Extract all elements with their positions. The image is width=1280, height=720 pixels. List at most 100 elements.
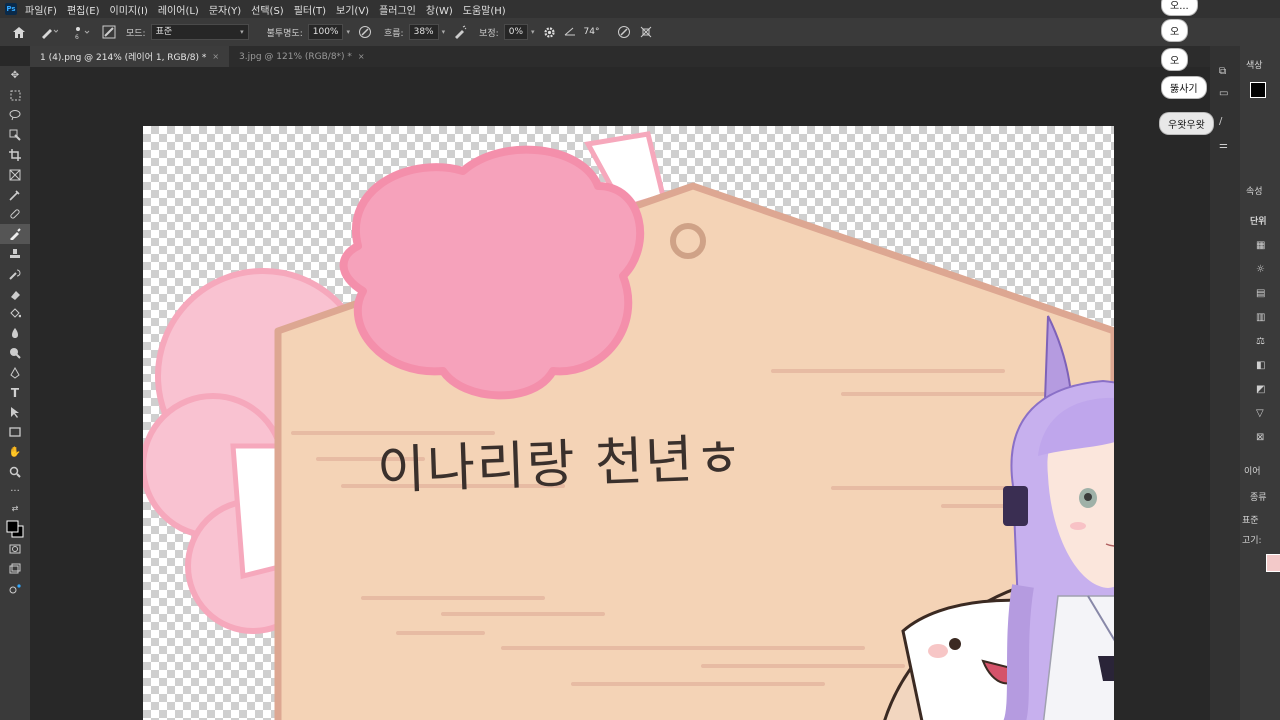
mode-value: 표준	[155, 27, 173, 37]
chevron-down-icon[interactable]: ▾	[346, 28, 350, 36]
photoshop-logo[interactable]: Ps	[5, 3, 17, 15]
move-tool-icon[interactable]: ✥	[0, 66, 30, 86]
menu-window[interactable]: 창(W)	[426, 2, 453, 17]
menu-file[interactable]: 파일(F)	[25, 2, 57, 17]
svg-text:6: 6	[75, 34, 79, 40]
rectangle-tool-icon[interactable]	[0, 422, 30, 442]
menu-type[interactable]: 문자(Y)	[209, 2, 241, 17]
adjust-sliders-icon[interactable]: ⚌	[1219, 140, 1228, 151]
opacity-input[interactable]: 100%	[307, 24, 344, 40]
marquee-tool-icon[interactable]	[0, 86, 30, 106]
panel-dock-collapsed: ⧉ ▭ / ⚌	[1210, 46, 1240, 720]
pen-tool-icon[interactable]	[0, 363, 30, 383]
brightness-icon[interactable]: ☼	[1256, 264, 1265, 275]
opacity-label-right: 고기:	[1242, 536, 1262, 546]
brush-tool-icon[interactable]	[0, 224, 30, 245]
color-panel-label[interactable]: 색상	[1246, 58, 1263, 71]
chat-bubble: 오	[1162, 49, 1188, 70]
history-brush-tool-icon[interactable]	[0, 264, 30, 284]
lasso-tool-icon[interactable]	[0, 106, 30, 126]
hand-tool-icon[interactable]: ✋	[0, 442, 30, 462]
comments-icon[interactable]: ▭	[1219, 88, 1228, 99]
triangle-down-icon[interactable]: ▽	[1256, 408, 1264, 419]
quick-mask-icon[interactable]	[0, 540, 30, 560]
tab-label: 3.jpg @ 121% (RGB/8*) *	[239, 51, 352, 62]
photo-filter-icon[interactable]: ⊠	[1256, 432, 1264, 443]
menu-edit[interactable]: 편집(E)	[67, 2, 100, 17]
menu-select[interactable]: 선택(S)	[251, 2, 284, 17]
smoothing-input[interactable]: 0%	[503, 24, 528, 40]
paint-bucket-tool-icon[interactable]	[0, 304, 30, 324]
menu-plugins[interactable]: 플러그인	[379, 2, 416, 17]
home-icon[interactable]	[12, 26, 26, 39]
eyedropper-tool-icon[interactable]	[0, 185, 30, 205]
flow-label: 흐름:	[384, 28, 404, 39]
foreground-color-swatch[interactable]	[1250, 82, 1266, 98]
menu-image[interactable]: 이미지(I)	[110, 2, 148, 17]
gear-icon[interactable]	[543, 26, 556, 39]
properties-panel-label[interactable]: 속성	[1246, 184, 1263, 197]
object-select-tool-icon[interactable]	[0, 125, 30, 145]
layer-thumbnail[interactable]	[1266, 554, 1280, 572]
gradient-map-icon[interactable]: ◩	[1256, 384, 1265, 395]
type-tool-icon[interactable]: T	[0, 383, 30, 403]
close-icon[interactable]: ×	[358, 52, 365, 61]
unit-label: 단위	[1250, 217, 1267, 227]
mode-select[interactable]: 표준 ▾	[150, 24, 249, 40]
dodge-tool-icon[interactable]	[0, 343, 30, 363]
layers-panel-label[interactable]: 이어	[1244, 464, 1261, 477]
menu-view[interactable]: 보기(V)	[336, 2, 369, 17]
levels-icon[interactable]: ▥	[1256, 312, 1265, 323]
flow-input[interactable]: 38%	[408, 24, 439, 40]
path-select-tool-icon[interactable]	[0, 403, 30, 423]
menu-filter[interactable]: 필터(T)	[294, 2, 326, 17]
chevron-down-icon[interactable]: ▾	[442, 28, 446, 36]
healing-brush-tool-icon[interactable]	[0, 205, 30, 225]
balance-icon[interactable]: ⚖	[1256, 336, 1265, 347]
menu-bar: Ps 파일(F) 편집(E) 이미지(I) 레이어(L) 문자(Y) 선택(S)…	[0, 0, 1280, 18]
chat-bubble: 오	[1162, 20, 1188, 41]
angle-input[interactable]: 74°	[580, 25, 604, 39]
document-tabs: 1 (4).png @ 214% (레이어 1, RGB/8) * × 3.jp…	[30, 46, 1210, 67]
layer-kind-filter[interactable]: 종류	[1250, 490, 1267, 503]
screen-mode-icon[interactable]	[0, 559, 30, 579]
history-icon[interactable]: ⧉	[1219, 66, 1226, 77]
document-canvas[interactable]: 이나리랑 천년ㅎ	[143, 126, 1114, 720]
menu-help[interactable]: 도움말(H)	[463, 2, 506, 17]
canvas-area[interactable]: 이나리랑 천년ㅎ	[30, 67, 1210, 720]
curves-icon[interactable]: ▤	[1256, 288, 1265, 299]
airbrush-icon[interactable]	[453, 25, 467, 39]
color-swatches-icon[interactable]	[0, 516, 30, 540]
crop-tool-icon[interactable]	[0, 145, 30, 165]
eraser-tool-icon[interactable]	[0, 284, 30, 304]
grid-icon[interactable]: ▦	[1256, 240, 1265, 251]
bw-icon[interactable]: ◧	[1256, 360, 1265, 371]
edit-toolbar-icon[interactable]	[0, 579, 30, 599]
tab-document-2[interactable]: 3.jpg @ 121% (RGB/8*) * ×	[229, 46, 375, 67]
brush-panel-icon[interactable]: /	[1219, 116, 1222, 127]
swap-colors-icon[interactable]: ⇄	[0, 502, 30, 516]
smoothing-label: 보정:	[479, 28, 499, 39]
mode-label: 모드:	[126, 28, 146, 39]
brush-settings-icon[interactable]	[102, 25, 116, 39]
stamp-tool-icon[interactable]	[0, 244, 30, 264]
brush-size-picker-icon[interactable]: 6	[72, 24, 94, 40]
tab-document-1[interactable]: 1 (4).png @ 214% (레이어 1, RGB/8) * ×	[30, 46, 230, 67]
blur-tool-icon[interactable]	[0, 323, 30, 343]
pressure-size-icon[interactable]	[617, 25, 631, 39]
frame-tool-icon[interactable]	[0, 165, 30, 185]
blend-mode-select[interactable]: 표준	[1242, 513, 1259, 526]
menu-layer[interactable]: 레이어(L)	[158, 2, 199, 17]
more-tools-icon[interactable]: ···	[0, 482, 30, 502]
brush-preset-icon[interactable]	[40, 25, 58, 39]
close-icon[interactable]: ×	[212, 52, 219, 61]
tab-label: 1 (4).png @ 214% (레이어 1, RGB/8) *	[40, 53, 207, 63]
zoom-tool-icon[interactable]	[0, 462, 30, 482]
opacity-label: 불투명도:	[266, 28, 303, 39]
mode-control: 모드: 표준 ▾	[126, 24, 249, 40]
chevron-down-icon[interactable]: ▾	[531, 28, 535, 36]
symmetry-icon[interactable]	[639, 25, 653, 39]
chat-bubble: 우왓우왓	[1160, 113, 1213, 134]
pressure-opacity-icon[interactable]	[358, 25, 372, 39]
chat-bubble: 오...	[1162, 0, 1197, 15]
